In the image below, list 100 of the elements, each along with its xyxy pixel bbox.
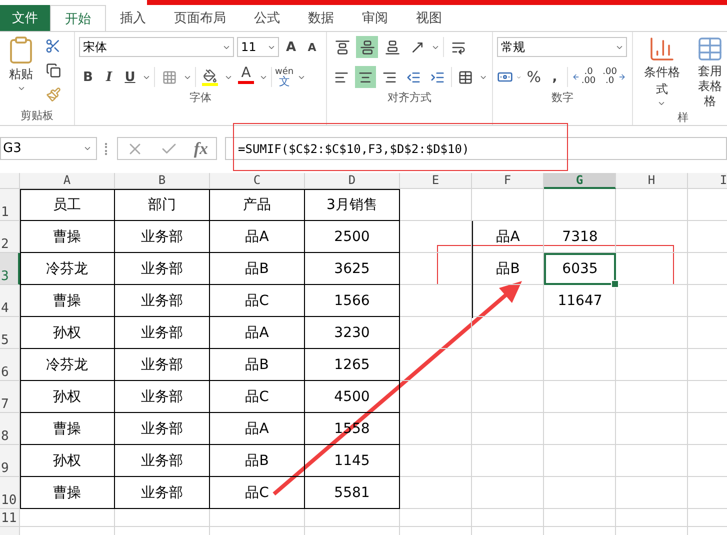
name-box[interactable]: G3 <box>0 137 97 160</box>
group-label: 字体 <box>188 90 212 106</box>
grip-icon <box>105 142 109 154</box>
row-header[interactable]: 9 <box>0 445 20 477</box>
table-cell: 冷芬龙 <box>20 253 115 285</box>
table-cell: 5581 <box>305 477 400 509</box>
table-cell: 品C <box>210 381 305 413</box>
table-cell: 1265 <box>305 349 400 381</box>
table-cell: 品A <box>210 317 305 349</box>
underline-button[interactable]: U <box>121 66 139 88</box>
table-cell: 品A <box>496 228 520 246</box>
column-header[interactable]: B <box>115 173 210 189</box>
conditional-format-button[interactable]: 条件格式 <box>637 35 687 109</box>
table-cell: 1145 <box>305 445 400 477</box>
table-cell: 品A <box>210 221 305 253</box>
ribbon-tab[interactable]: 开始 <box>50 5 106 31</box>
table-cell: 业务部 <box>115 445 210 477</box>
horizontal-align-icon[interactable] <box>355 66 376 88</box>
table-cell: 品C <box>210 477 305 509</box>
group-label: 数字 <box>550 90 574 106</box>
table-cell: 1566 <box>305 285 400 317</box>
group-label: 剪贴板 <box>20 108 54 124</box>
table-cell: 冷芬龙 <box>20 349 115 381</box>
table-cell: 品B <box>496 260 520 278</box>
ribbon-tab[interactable]: 审阅 <box>348 5 402 31</box>
table-cell: 业务部 <box>115 381 210 413</box>
column-header[interactable]: I <box>688 173 727 189</box>
selected-cell[interactable]: 6035 <box>544 253 616 285</box>
column-header[interactable]: H <box>616 173 688 189</box>
table-cell: 业务部 <box>115 221 210 253</box>
row-header[interactable]: 3 <box>0 253 20 285</box>
table-cell: 业务部 <box>115 285 210 317</box>
table-cell: 品B <box>210 445 305 477</box>
arrow-right-icon <box>618 73 626 81</box>
table-icon <box>696 35 724 63</box>
table-cell: 产品 <box>210 189 305 221</box>
row-header[interactable]: 2 <box>0 221 20 253</box>
row-header[interactable]: 8 <box>0 413 20 445</box>
table-cell-text: 11647 <box>556 292 604 311</box>
table-cell: 曹操 <box>20 285 115 317</box>
table-cell: 业务部 <box>115 413 210 445</box>
table-cell: 品B <box>210 253 305 285</box>
row-header[interactable]: 7 <box>0 381 20 413</box>
column-header[interactable]: F <box>472 173 544 189</box>
ribbon-tab[interactable]: 数据 <box>294 5 348 31</box>
row-header[interactable]: 11 <box>0 509 20 527</box>
column-header[interactable]: A <box>20 173 115 189</box>
row-header[interactable]: 1 <box>0 189 20 221</box>
table-cell: 品A <box>210 413 305 445</box>
paste-button[interactable]: 粘贴 <box>4 35 38 107</box>
decrease-decimal-button[interactable]: .00 .0 <box>600 68 628 86</box>
column-header[interactable]: E <box>400 173 472 189</box>
ribbon-tab[interactable]: 插入 <box>106 5 160 31</box>
table-cell: 孙权 <box>20 445 115 477</box>
table-cell: 员工 <box>20 189 115 221</box>
table-cell: 部门 <box>115 189 210 221</box>
shrink-font-button[interactable]: A <box>303 36 321 58</box>
font-name-select[interactable]: 宋体 <box>79 37 234 57</box>
table-cell: 4500 <box>305 381 400 413</box>
number-format-select[interactable]: 常规 <box>497 37 627 57</box>
group-label: 对齐方式 <box>386 90 432 106</box>
fill-handle[interactable] <box>611 280 619 288</box>
grow-font-button[interactable]: A <box>282 36 300 58</box>
column-header[interactable]: D <box>305 173 400 189</box>
bar-chart-icon <box>648 35 676 63</box>
arrow-left-icon <box>572 73 580 81</box>
formula-field[interactable]: =SUMIF($C$2:$C$10,F3,$D$2:$D$10) <box>225 137 727 160</box>
table-cell-text: 7318 <box>561 228 599 247</box>
caret-icon <box>657 99 666 108</box>
table-cell: 业务部 <box>115 317 210 349</box>
font-color-button[interactable]: A <box>236 65 256 89</box>
ribbon-tab[interactable]: 公式 <box>240 5 294 31</box>
table-cell: 业务部 <box>115 477 210 509</box>
table-cell: 3月销售 <box>305 189 400 221</box>
table-format-button[interactable]: 套用 表格格 <box>690 35 727 109</box>
increase-decimal-button[interactable]: .0 .00 <box>570 68 598 86</box>
italic-button[interactable]: I <box>100 66 118 88</box>
row-header[interactable]: 4 <box>0 285 20 317</box>
comma-button[interactable]: , <box>546 66 564 88</box>
caret-icon <box>16 84 26 93</box>
table-cell: 3625 <box>305 253 400 285</box>
font-size-select[interactable]: 11 <box>237 37 279 57</box>
phonetic-button[interactable]: wén 文 <box>275 67 294 87</box>
bold-button[interactable]: B <box>79 66 97 88</box>
percent-button[interactable]: % <box>524 66 543 88</box>
column-header[interactable]: C <box>210 173 305 189</box>
table-cell: 品C <box>210 285 305 317</box>
vertical-align-icon[interactable] <box>356 36 378 58</box>
file-tab[interactable]: 文件 <box>0 5 50 31</box>
column-header[interactable]: G <box>544 173 616 189</box>
group-label: 样 <box>676 110 690 126</box>
caret-icon <box>83 144 92 153</box>
row-header[interactable]: 5 <box>0 317 20 349</box>
row-header[interactable]: 6 <box>0 349 20 381</box>
insert-function-button[interactable]: fx <box>194 138 208 158</box>
ribbon-tab[interactable]: 视图 <box>402 5 456 31</box>
table-cell: 3230 <box>305 317 400 349</box>
ribbon-tab[interactable]: 页面布局 <box>160 5 240 31</box>
row-header[interactable]: 10 <box>0 477 20 509</box>
table-cell: 曹操 <box>20 413 115 445</box>
